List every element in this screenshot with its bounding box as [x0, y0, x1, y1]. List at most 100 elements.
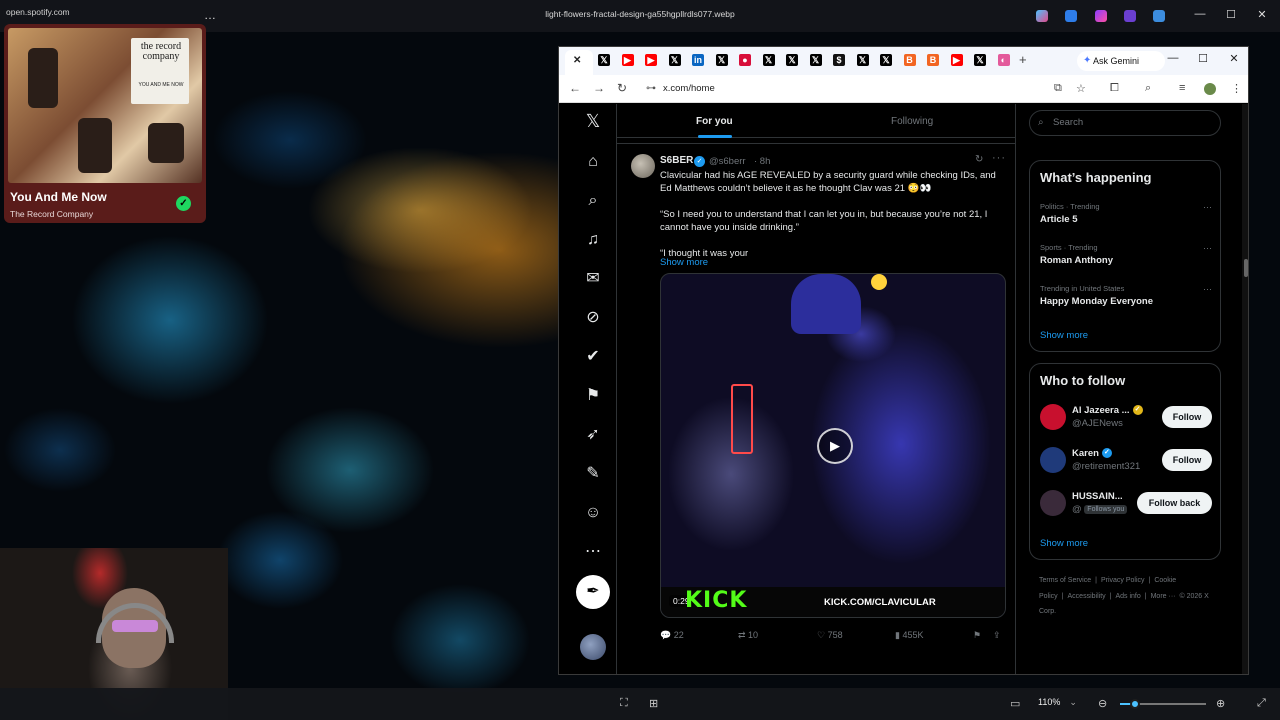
linkedin-icon[interactable]: in [692, 54, 704, 66]
tab-following[interactable]: Following [891, 116, 933, 127]
bookmark-icon[interactable]: ⚑ [973, 630, 981, 641]
messages-icon[interactable]: ✉ [581, 267, 605, 291]
explore-search-icon[interactable]: ⌕ [581, 189, 605, 213]
grok-explain-icon[interactable]: ↻ [975, 154, 983, 165]
x-logo-icon[interactable]: 𝕏 [786, 54, 798, 66]
trend-item[interactable]: Politics · Trending Article 5 ··· [1040, 202, 1212, 225]
follow-back-button[interactable]: Follow back [1137, 492, 1212, 514]
bookmarks-icon[interactable]: ⚑ [581, 384, 605, 408]
search-input[interactable]: ⌕ Search [1029, 110, 1221, 136]
maximize-button[interactable]: ☐ [1221, 8, 1241, 21]
app-icon[interactable] [1124, 10, 1136, 22]
address-bar[interactable]: ⊶ x.com/home [643, 79, 1048, 99]
zoom-slider-thumb[interactable] [1130, 699, 1141, 709]
account-avatar[interactable] [1040, 447, 1066, 473]
copilot-icon[interactable] [1036, 10, 1048, 22]
account-avatar[interactable] [580, 634, 606, 660]
back-icon[interactable]: ← [569, 81, 581, 95]
tweet[interactable]: S6BER ✓ @s6berr · 8h ↻ ··· Clavicular ha… [617, 146, 1015, 674]
crop-icon[interactable]: ⛶ [620, 697, 628, 710]
reply-button[interactable]: 💬 22 [660, 630, 684, 641]
b-icon[interactable]: B [903, 54, 916, 66]
trend-item[interactable]: Trending in United States Happy Monday E… [1040, 284, 1212, 307]
show-more-link[interactable]: Show more [660, 257, 708, 268]
grok-icon[interactable]: ⊘ [581, 306, 605, 330]
rocket-icon[interactable]: ➶ [581, 423, 605, 447]
reload-icon[interactable]: ↻ [617, 81, 627, 95]
follow-button[interactable]: Follow [1162, 449, 1212, 471]
show-more-trends-link[interactable]: Show more [1040, 330, 1088, 341]
extension-icon[interactable]: ◐ [997, 54, 1010, 66]
x-logo-icon[interactable]: 𝕏 [974, 54, 986, 66]
trend-more-icon[interactable]: ··· [1203, 284, 1212, 294]
account-avatar[interactable] [1040, 490, 1066, 516]
account-name[interactable]: Al Jazeera ... ✓ [1072, 405, 1143, 416]
x-logo-icon[interactable]: 𝕏 [715, 54, 728, 66]
spotify-miniplayer[interactable]: the record company YOU AND ME NOW You An… [4, 24, 206, 223]
x-logo-icon[interactable]: 𝕏 [762, 54, 775, 66]
fit-icon[interactable]: ▭ [1010, 697, 1020, 710]
footer-link[interactable]: Accessibility [1068, 593, 1106, 600]
youtube-icon[interactable]: ▶ [621, 54, 634, 66]
footer-link[interactable]: Terms of Service [1039, 577, 1091, 584]
premium-verified-icon[interactable]: ✔ [581, 345, 605, 369]
shield-red-icon[interactable]: ● [739, 54, 751, 66]
youtube-icon[interactable]: ▶ [645, 54, 657, 66]
repost-button[interactable]: ⇄ 10 [738, 630, 758, 641]
browser-minimize-button[interactable]: — [1163, 52, 1183, 64]
reading-list-icon[interactable]: ≡ [1179, 82, 1185, 94]
close-button[interactable]: ✕ [1252, 8, 1272, 21]
x-logo-icon[interactable]: 𝕏 [598, 54, 610, 66]
install-app-icon[interactable]: ⧉ [1054, 82, 1062, 95]
app-icon[interactable] [1153, 10, 1165, 22]
x-logo-icon[interactable]: 𝕏 [856, 54, 869, 66]
dollar-icon[interactable]: $ [833, 54, 845, 66]
x-logo-icon[interactable]: 𝕏 [581, 109, 605, 133]
trend-item[interactable]: Sports · Trending Roman Anthony ··· [1040, 243, 1212, 266]
tweet-more-icon[interactable]: ··· [992, 152, 1006, 164]
youtube-icon[interactable]: ▶ [950, 54, 963, 66]
track-title[interactable]: You And Me Now [10, 190, 107, 204]
account-avatar[interactable] [1040, 404, 1066, 430]
compose-post-button[interactable]: ✒ [576, 575, 610, 609]
views-button[interactable]: ▮ 455K [895, 630, 923, 641]
follow-suggestion[interactable]: Al Jazeera ... ✓ @AJENews Follow [1040, 402, 1212, 432]
footer-link[interactable]: More ··· [1151, 593, 1176, 600]
footer-link[interactable]: Privacy Policy [1101, 577, 1145, 584]
zoom-out-icon[interactable]: ⊖ [1098, 697, 1107, 710]
x-logo-icon[interactable]: 𝕏 [668, 54, 681, 66]
ask-gemini-button[interactable]: ✦ Ask Gemini [1077, 51, 1165, 71]
trend-more-icon[interactable]: ··· [1203, 243, 1212, 253]
tab-close-icon[interactable]: ✕ [573, 55, 581, 66]
zoom-slider[interactable] [1120, 699, 1206, 709]
show-more-follow-link[interactable]: Show more [1040, 538, 1088, 549]
follow-button[interactable]: Follow [1162, 406, 1212, 428]
bookmark-star-icon[interactable]: ☆ [1076, 82, 1086, 95]
articles-edit-icon[interactable]: ✎ [581, 462, 605, 486]
active-tab[interactable]: ✕ [565, 50, 593, 75]
follow-suggestion[interactable]: HUSSAIN... @ Follows you Follow back [1040, 488, 1212, 518]
x-logo-icon[interactable]: 𝕏 [809, 54, 822, 66]
minimize-button[interactable]: — [1190, 8, 1210, 20]
like-button[interactable]: ♡ 758 [817, 630, 843, 641]
author-name[interactable]: S6BER [660, 155, 693, 166]
saved-check-icon[interactable]: ✓ [176, 196, 191, 211]
tab-search-icon[interactable]: ⌕ [1145, 82, 1151, 95]
play-icon[interactable]: ▶ [817, 428, 853, 464]
author-avatar[interactable] [631, 154, 655, 178]
tweet-time[interactable]: · 8h [754, 156, 770, 167]
account-name[interactable]: Karen ✓ [1072, 448, 1112, 459]
new-tab-button[interactable]: + [1019, 52, 1027, 67]
more-icon[interactable]: ⋯ [581, 540, 605, 564]
app-icon[interactable] [1065, 10, 1077, 22]
author-handle[interactable]: @s6berr [709, 156, 746, 167]
text-select-icon[interactable]: ⊞ [649, 697, 658, 710]
more-options-icon[interactable]: … [204, 8, 217, 22]
tweet-video[interactable]: ▶ 0:29 KICK KICK.COM/CLAVICULAR [660, 273, 1006, 618]
x-logo-icon[interactable]: 𝕏 [880, 54, 892, 66]
forward-icon[interactable]: → [593, 81, 605, 95]
footer-link[interactable]: Ads info [1115, 593, 1140, 600]
browser-close-button[interactable]: ✕ [1224, 52, 1244, 65]
extensions-icon[interactable]: ⧠ [1110, 82, 1119, 95]
browser-menu-icon[interactable]: ⋮ [1231, 82, 1242, 95]
